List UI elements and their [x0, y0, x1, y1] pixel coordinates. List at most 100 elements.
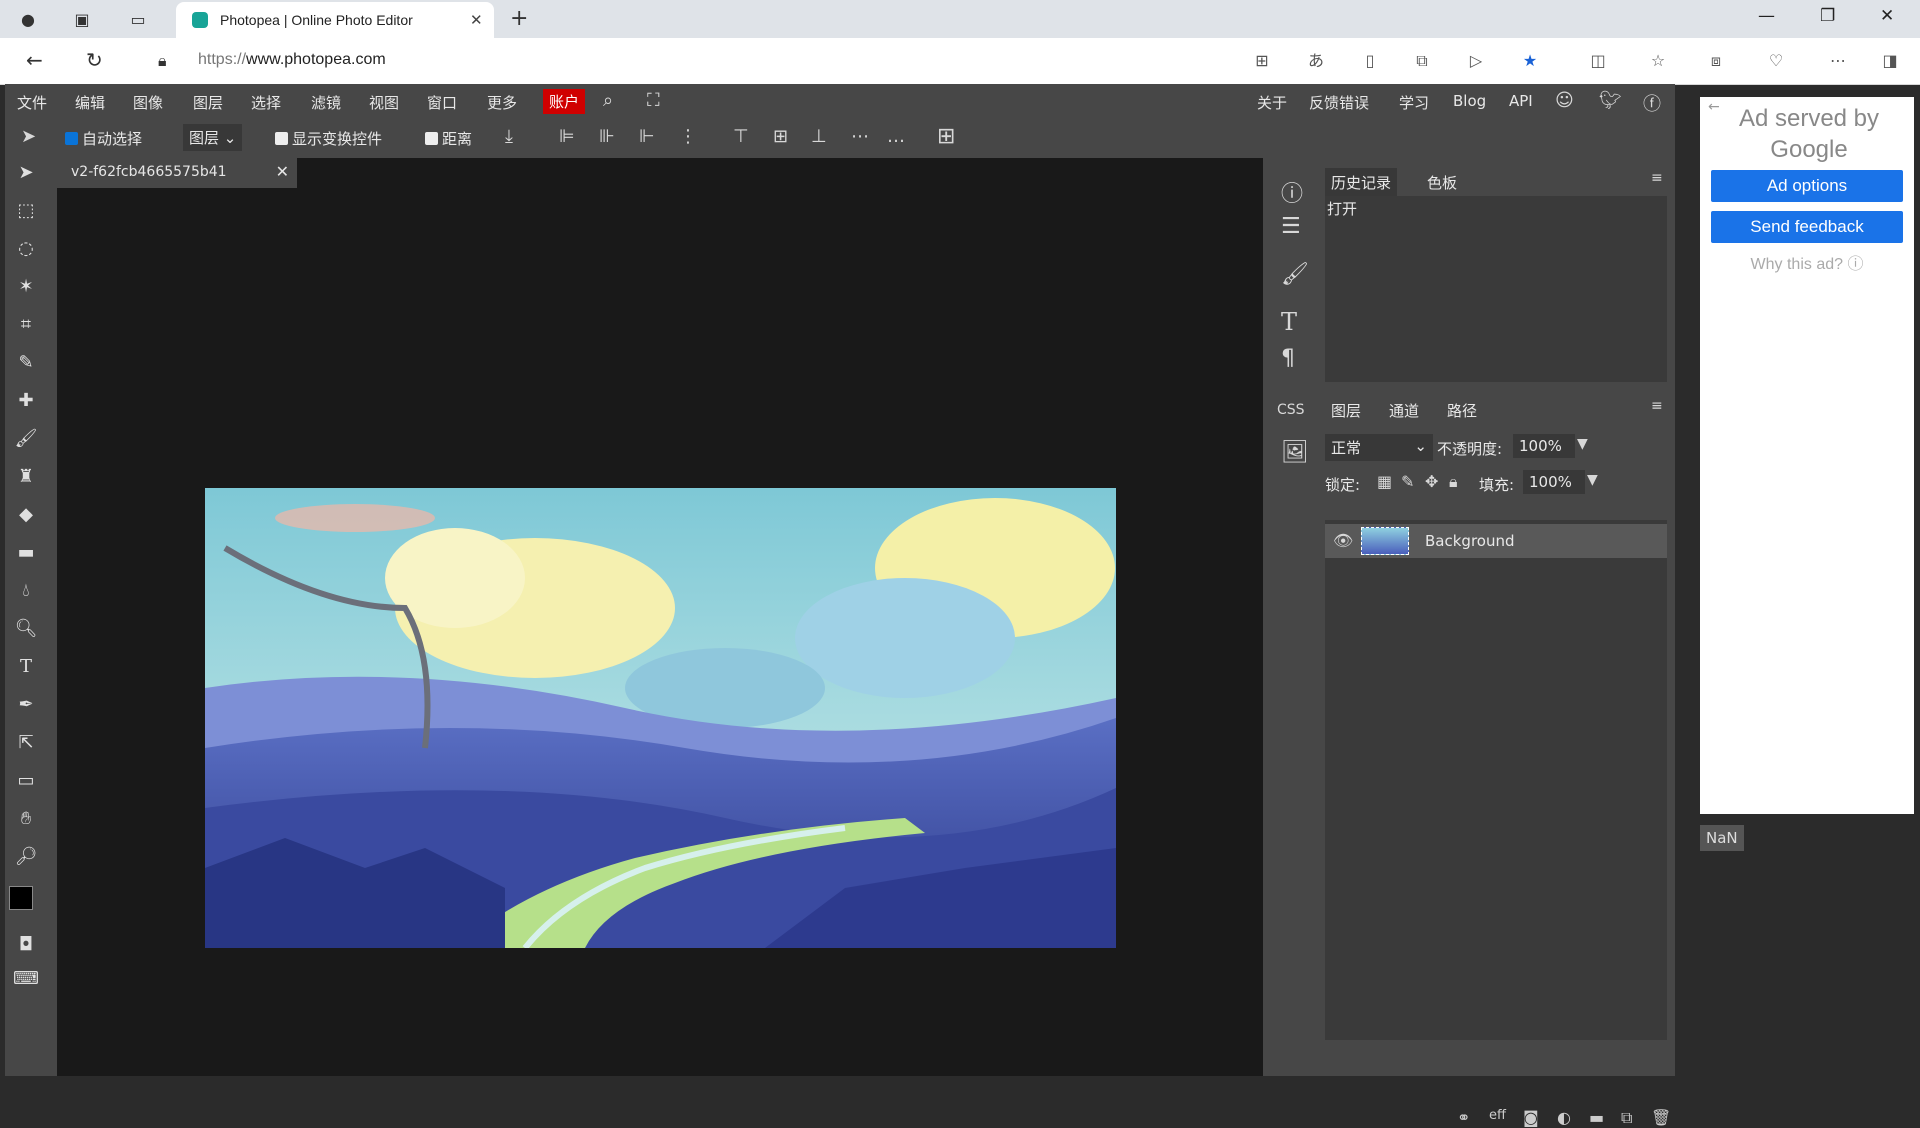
- restore-icon[interactable]: ❐: [1820, 6, 1835, 26]
- align-left-icon[interactable]: ⊫: [559, 126, 575, 147]
- eraser-tool-icon[interactable]: ◆: [11, 500, 41, 530]
- ad-options-button[interactable]: Ad options: [1711, 170, 1903, 202]
- marquee-tool-icon[interactable]: ⬚: [11, 196, 41, 226]
- auto-select-check-box[interactable]: [65, 132, 78, 145]
- opacity-input[interactable]: 100%: [1513, 434, 1575, 458]
- history-entry-open[interactable]: 打开: [1327, 198, 1357, 219]
- lock-pixels-icon[interactable]: ✎: [1401, 472, 1414, 491]
- blur-tool-icon[interactable]: 💧︎: [11, 576, 41, 606]
- facebook-icon[interactable]: ⓕ: [1643, 90, 1661, 116]
- tab-history[interactable]: 历史记录: [1325, 168, 1398, 197]
- css-icon[interactable]: CSS: [1277, 402, 1305, 418]
- media-icon[interactable]: ▷: [1466, 51, 1486, 71]
- menu-view[interactable]: 视图: [369, 92, 399, 113]
- blend-mode-dropdown[interactable]: 正常 ⌄: [1325, 434, 1433, 461]
- browser-essentials-icon[interactable]: ♡: [1766, 51, 1786, 71]
- opacity-dropdown-icon[interactable]: ▼: [1577, 436, 1588, 452]
- tab-paths[interactable]: 路径: [1441, 396, 1483, 425]
- layer-row[interactable]: 👁︎ Background: [1325, 524, 1667, 558]
- info-icon[interactable]: ⓘ: [1281, 176, 1303, 208]
- lock-position-icon[interactable]: ✥: [1425, 472, 1438, 491]
- app-available-icon[interactable]: ⊞: [1252, 51, 1272, 71]
- add-mask-icon[interactable]: ◙: [1523, 1108, 1539, 1127]
- extensions-icon[interactable]: ⧉: [1412, 51, 1432, 71]
- translate-icon[interactable]: あ: [1306, 51, 1326, 71]
- type-tool-icon[interactable]: T: [11, 652, 41, 682]
- align-middle-icon[interactable]: ⊞: [773, 126, 788, 147]
- move-tool-icon[interactable]: ➤: [11, 158, 41, 188]
- menu-more[interactable]: 更多: [487, 92, 517, 113]
- favorites-icon[interactable]: ☆: [1648, 51, 1668, 71]
- crop-tool-icon[interactable]: ⌗: [11, 310, 41, 340]
- close-tab-icon[interactable]: ✕: [470, 11, 494, 29]
- url-field[interactable]: https://www.photopea.com: [198, 51, 386, 69]
- tab-channels[interactable]: 通道: [1383, 396, 1425, 425]
- more-options-icon[interactable]: ⋯: [1828, 51, 1848, 71]
- menu-edit[interactable]: 编辑: [75, 92, 105, 113]
- link-blog[interactable]: Blog: [1453, 92, 1486, 110]
- menu-image[interactable]: 图像: [133, 92, 163, 113]
- send-feedback-button[interactable]: Send feedback: [1711, 211, 1903, 243]
- sidebar-toggle-icon[interactable]: ◨: [1880, 51, 1900, 71]
- link-layers-icon[interactable]: ⚭: [1457, 1108, 1470, 1127]
- menu-window[interactable]: 窗口: [427, 92, 457, 113]
- character-icon[interactable]: T: [1281, 308, 1297, 336]
- profile-icon[interactable]: ●: [16, 7, 40, 31]
- favorite-star-icon[interactable]: ★: [1520, 51, 1540, 71]
- gradient-tool-icon[interactable]: ▬: [11, 538, 41, 568]
- browser-tab-photopea[interactable]: Photopea | Online Photo Editor ✕: [176, 2, 494, 38]
- align-download-icon[interactable]: ⤓: [505, 126, 513, 147]
- layer-select-dropdown[interactable]: 图层 ⌄: [183, 124, 243, 151]
- distribute-h-icon[interactable]: ⋮: [679, 126, 697, 147]
- fill-dropdown-icon[interactable]: ▼: [1587, 472, 1598, 488]
- tab-actions-icon[interactable]: ▭: [126, 7, 150, 31]
- delete-layer-icon[interactable]: 🗑︎: [1651, 1108, 1671, 1127]
- align-bottom-icon[interactable]: ⊥: [811, 126, 827, 147]
- menu-file[interactable]: 文件: [17, 92, 47, 113]
- align-center-h-icon[interactable]: ⊪: [599, 126, 615, 147]
- menu-account[interactable]: 账户: [543, 89, 586, 114]
- magic-wand-tool-icon[interactable]: ✶: [11, 272, 41, 302]
- keyboard-icon[interactable]: ⌨: [11, 964, 41, 994]
- lock-all-icon[interactable]: 🔒︎: [1449, 472, 1458, 492]
- tab-layers[interactable]: 图层: [1325, 396, 1367, 425]
- dodge-tool-icon[interactable]: 🔍︎: [11, 614, 41, 644]
- eyedropper-tool-icon[interactable]: ✎: [11, 348, 41, 378]
- fill-input[interactable]: 100%: [1523, 470, 1585, 494]
- lock-transparency-icon[interactable]: ▦: [1377, 472, 1392, 491]
- new-layer-icon[interactable]: ⧉: [1621, 1108, 1632, 1128]
- menu-filter[interactable]: 滤镜: [311, 92, 341, 113]
- brush-tool-icon[interactable]: 🖌︎: [11, 424, 41, 454]
- collections-icon[interactable]: ▣: [70, 7, 94, 31]
- adjustment-layer-icon[interactable]: ◐: [1557, 1108, 1571, 1127]
- history-panel-menu-icon[interactable]: ≡: [1651, 170, 1663, 186]
- layers-panel-menu-icon[interactable]: ≡: [1651, 398, 1663, 414]
- refresh-icon[interactable]: ↻: [86, 48, 103, 72]
- new-tab-icon[interactable]: +: [510, 6, 528, 31]
- path-select-tool-icon[interactable]: ⇱: [11, 728, 41, 758]
- new-group-icon[interactable]: ▬: [1589, 1108, 1604, 1127]
- reader-icon[interactable]: ▯: [1360, 51, 1380, 71]
- twitter-icon[interactable]: 🐦︎: [1599, 90, 1622, 111]
- distance-check-box[interactable]: [425, 132, 438, 145]
- lasso-tool-icon[interactable]: ◌: [11, 234, 41, 264]
- minimize-icon[interactable]: —: [1758, 6, 1775, 26]
- collections-toolbar-icon[interactable]: ⧈: [1706, 51, 1726, 71]
- quick-mask-icon[interactable]: ◘: [11, 930, 41, 960]
- close-document-icon[interactable]: ✕: [276, 162, 289, 181]
- grid-icon[interactable]: ⊞: [937, 124, 955, 149]
- hand-tool-icon[interactable]: ✋︎: [11, 804, 41, 834]
- visibility-eye-icon[interactable]: 👁︎: [1333, 531, 1353, 550]
- search-icon[interactable]: ⌕: [603, 90, 613, 111]
- show-transform-check-box[interactable]: [275, 132, 288, 145]
- back-icon[interactable]: ←: [26, 48, 43, 72]
- link-about[interactable]: 关于: [1257, 92, 1287, 113]
- tab-swatches[interactable]: 色板: [1421, 168, 1463, 197]
- more-align-icon[interactable]: …: [887, 126, 905, 147]
- menu-layer[interactable]: 图层: [193, 92, 223, 113]
- document-tab[interactable]: v2-f62fcb4665575b41 ✕: [57, 158, 297, 188]
- ad-back-icon[interactable]: ←: [1708, 99, 1720, 115]
- distance-checkbox[interactable]: 距离: [425, 128, 472, 149]
- brush-settings-icon[interactable]: 🖌︎: [1281, 262, 1309, 287]
- healing-brush-tool-icon[interactable]: ✚: [11, 386, 41, 416]
